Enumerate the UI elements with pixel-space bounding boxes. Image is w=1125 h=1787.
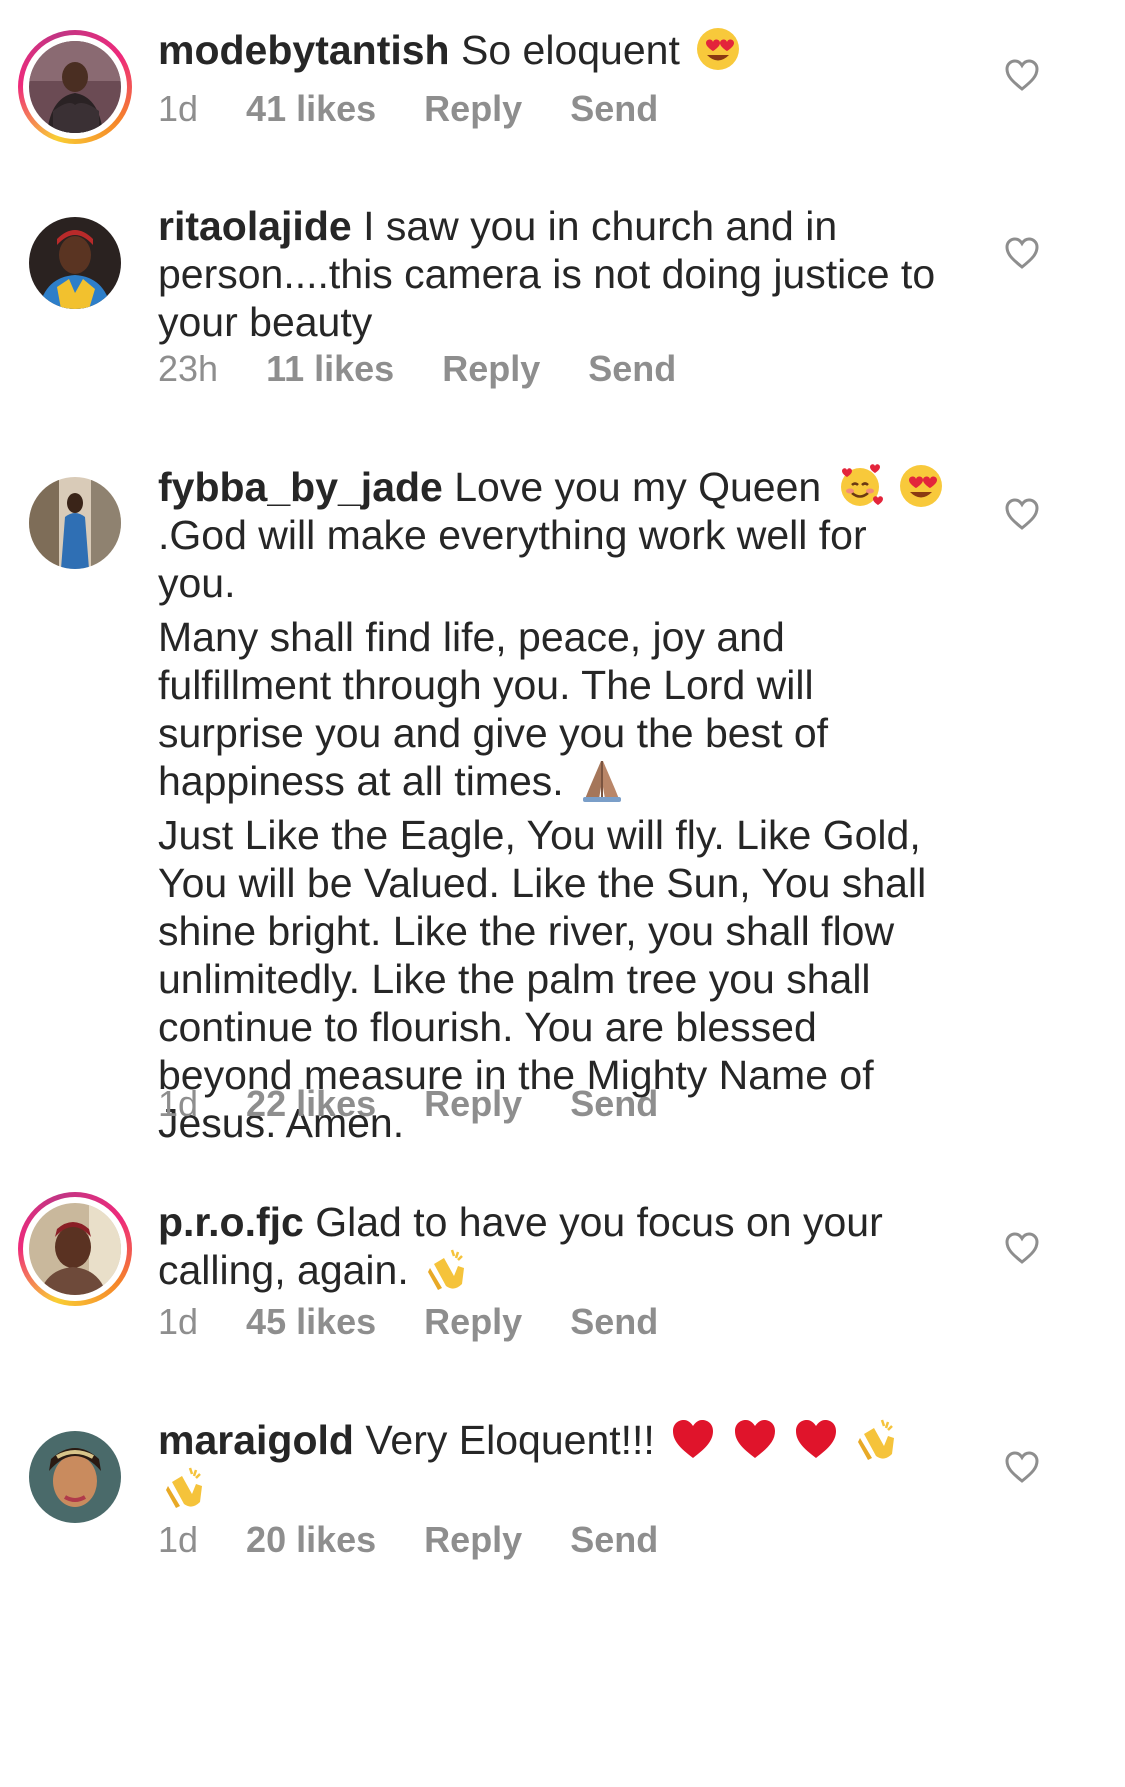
comment-body: modebytantish So eloquent (158, 26, 948, 74)
comment-text: So eloquent (461, 27, 680, 73)
comment-meta: 1d 20 likes Reply Send (158, 1519, 658, 1561)
avatar-wrapper[interactable] (18, 466, 132, 580)
avatar (29, 41, 121, 133)
comment-time: 1d (158, 88, 199, 129)
folded-hands-emoji (579, 757, 625, 803)
comment-likes-count[interactable]: 41 likes (246, 88, 376, 130)
avatar (29, 477, 121, 569)
comment-time: 1d (158, 1301, 199, 1342)
red-heart-emoji (732, 1416, 778, 1462)
comment-meta: 1d 41 likes Reply Send (158, 88, 658, 130)
comment-meta: 1d 22 likes Reply Send (158, 1083, 658, 1125)
like-heart-icon[interactable] (1004, 1450, 1040, 1484)
comment-body: ritaolajide I saw you in church and in p… (158, 202, 948, 346)
comment-likes-count[interactable]: 45 likes (246, 1301, 376, 1343)
send-button[interactable]: Send (570, 1301, 658, 1343)
comment-first-paragraph: fybba_by_jade Love you my Queen .God wil… (158, 463, 948, 607)
avatar (29, 1431, 121, 1523)
heart-eyes-emoji (695, 26, 741, 72)
comment-username[interactable]: fybba_by_jade (158, 464, 443, 510)
comment-body: maraigold Very Eloquent!!! (158, 1416, 948, 1512)
comment-time: 1d (158, 1083, 199, 1124)
like-heart-icon[interactable] (1004, 58, 1040, 92)
send-button[interactable]: Send (570, 1519, 658, 1561)
avatar (29, 1203, 121, 1295)
comment-likes-count[interactable]: 22 likes (246, 1083, 376, 1125)
heart-eyes-emoji (898, 463, 944, 509)
avatar-ring-gap (23, 35, 127, 139)
reply-button[interactable]: Reply (424, 88, 522, 130)
comment-text: Love you my Queen (454, 464, 822, 510)
like-heart-icon[interactable] (1004, 236, 1040, 270)
comment-text: Very Eloquent!!! (365, 1417, 655, 1463)
avatar (29, 217, 121, 309)
comment-likes-count[interactable]: 11 likes (266, 348, 394, 390)
comment-time: 23h (158, 348, 219, 389)
avatar-story-ring[interactable] (18, 1192, 132, 1306)
avatar-ring-gap (23, 1197, 127, 1301)
clapping-hands-emoji (854, 1416, 900, 1462)
red-heart-emoji (670, 1416, 716, 1462)
avatar-wrapper[interactable] (18, 206, 132, 320)
comment-time: 1d (158, 1519, 199, 1560)
comment-paragraph: Many shall find life, peace, joy and ful… (158, 613, 948, 805)
send-button[interactable]: Send (570, 1083, 658, 1125)
avatar-story-ring[interactable] (18, 30, 132, 144)
like-heart-icon[interactable] (1004, 497, 1040, 531)
comment-username[interactable]: maraigold (158, 1417, 354, 1463)
comment-meta: 23h 11 likes Reply Send (158, 348, 676, 390)
clapping-hands-emoji (424, 1246, 470, 1292)
avatar-wrapper[interactable] (18, 1420, 132, 1534)
comment-body: fybba_by_jade Love you my Queen .God wil… (158, 463, 948, 1147)
comment-meta: 1d 45 likes Reply Send (158, 1301, 658, 1343)
comment-username[interactable]: modebytantish (158, 27, 450, 73)
red-heart-emoji (793, 1416, 839, 1462)
smiling-face-with-hearts-emoji (837, 463, 883, 509)
send-button[interactable]: Send (588, 348, 676, 390)
comment-likes-count[interactable]: 20 likes (246, 1519, 376, 1561)
send-button[interactable]: Send (570, 88, 658, 130)
comment-username[interactable]: p.r.o.fjc (158, 1199, 304, 1245)
like-heart-icon[interactable] (1004, 1231, 1040, 1265)
comment-username[interactable]: ritaolajide (158, 203, 352, 249)
reply-button[interactable]: Reply (424, 1519, 522, 1561)
comment-text-continued: .God will make everything work well for … (158, 512, 867, 606)
clapping-hands-emoji (162, 1464, 208, 1510)
reply-button[interactable]: Reply (424, 1083, 522, 1125)
reply-button[interactable]: Reply (442, 348, 540, 390)
reply-button[interactable]: Reply (424, 1301, 522, 1343)
comment-paragraph-text: Many shall find life, peace, joy and ful… (158, 614, 829, 804)
comment-body: p.r.o.fjc Glad to have you focus on your… (158, 1198, 948, 1294)
